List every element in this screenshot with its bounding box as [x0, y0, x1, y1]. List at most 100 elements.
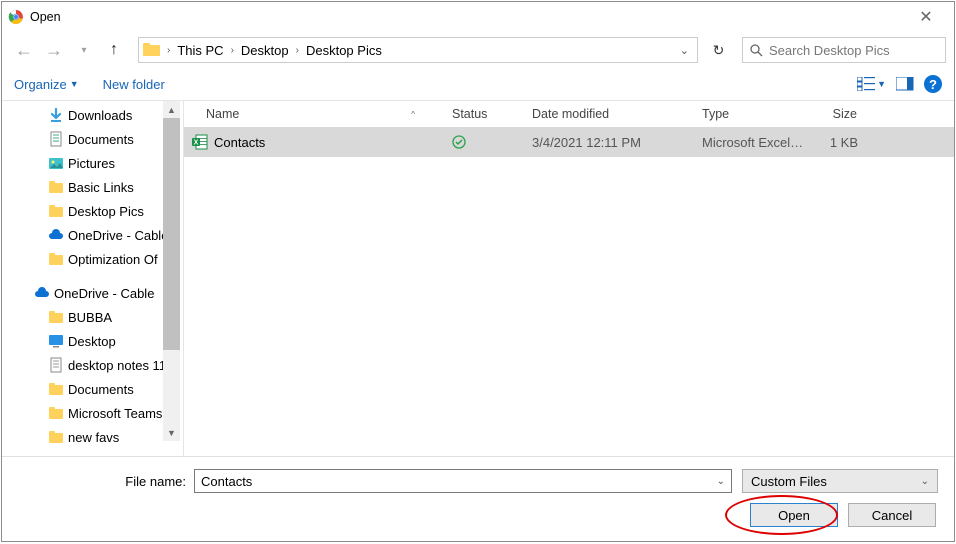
- tree-item[interactable]: Desktop Pics: [2, 199, 180, 223]
- file-row[interactable]: X Contacts 3/4/2021 12:11 PM Microsoft E…: [184, 127, 954, 157]
- content-area: Downloads📌Documents📌Pictures📌 Basic Links…: [2, 100, 954, 456]
- column-headers: Name ^ Status Date modified Type Size: [184, 101, 954, 127]
- open-button[interactable]: Open: [750, 503, 838, 527]
- breadcrumb-chevron-icon[interactable]: ›: [228, 45, 237, 56]
- breadcrumb-this-pc[interactable]: This PC: [173, 38, 227, 62]
- excel-icon: X: [192, 134, 208, 150]
- tree-item-label: Desktop Pics: [68, 204, 144, 219]
- file-date-cell: 3/4/2021 12:11 PM: [524, 135, 694, 150]
- tree-item-label: new favs: [68, 430, 119, 445]
- doc2-icon: [48, 357, 66, 373]
- chevron-down-icon[interactable]: ⌄: [717, 476, 725, 487]
- open-dialog: Open ✕ ← → ▾ ↑ › This PC › Desktop › Des…: [1, 1, 955, 542]
- folder-icon: [48, 251, 66, 267]
- column-name[interactable]: Name ^: [184, 107, 444, 121]
- tree-item[interactable]: Pictures📌: [2, 151, 180, 175]
- tree-item[interactable]: Optimization Of: [2, 247, 180, 271]
- tree-item[interactable]: Documents: [2, 377, 180, 401]
- window-title: Open: [30, 10, 904, 24]
- tree-item[interactable]: desktop notes 11: [2, 353, 180, 377]
- tree-item-label: Pictures: [68, 156, 115, 171]
- file-status-cell: [444, 135, 524, 149]
- chevron-down-icon: ⌄: [921, 476, 929, 487]
- file-type-cell: Microsoft Excel C...: [694, 135, 814, 150]
- file-size-cell: 1 KB: [814, 135, 866, 150]
- chrome-icon: [8, 9, 24, 25]
- up-button[interactable]: ↑: [100, 38, 128, 62]
- view-menu[interactable]: ▼: [857, 77, 886, 91]
- tree-item-label: OneDrive - Cable: [54, 286, 154, 301]
- tree-item-label: desktop notes 11: [68, 358, 166, 373]
- tree-item[interactable]: new favs: [2, 425, 180, 449]
- tree-item-label: Microsoft Teams: [68, 406, 162, 421]
- search-input[interactable]: Search Desktop Pics: [742, 37, 946, 63]
- tree-item-label: Documents: [68, 382, 134, 397]
- column-size[interactable]: Size: [814, 107, 866, 121]
- filename-input[interactable]: Contacts ⌄: [194, 469, 732, 493]
- sort-indicator-icon: ^: [411, 110, 415, 119]
- navigation-tree[interactable]: Downloads📌Documents📌Pictures📌 Basic Links…: [2, 101, 180, 456]
- scroll-up-icon[interactable]: ▲: [163, 101, 180, 118]
- tree-item-label: Downloads: [68, 108, 132, 123]
- navigation-bar: ← → ▾ ↑ › This PC › Desktop › Desktop Pi…: [2, 32, 954, 68]
- download-icon: [48, 107, 66, 123]
- tree-item[interactable]: OneDrive - Cable: [2, 281, 180, 305]
- folder-icon: [48, 203, 66, 219]
- folder-icon: [48, 381, 66, 397]
- folder-icon: [48, 309, 66, 325]
- tree-item[interactable]: OneDrive - Cable: [2, 223, 180, 247]
- tree-item-label: Basic Links: [68, 180, 134, 195]
- folder-icon: [48, 179, 66, 195]
- tree-item[interactable]: BUBBA: [2, 305, 180, 329]
- cloud-icon: [48, 227, 66, 243]
- pictures-icon: [48, 155, 66, 171]
- cloud-icon: [34, 285, 52, 301]
- tree-item[interactable]: Basic Links: [2, 175, 180, 199]
- tree-item-label: Optimization Of: [68, 252, 158, 267]
- cancel-button[interactable]: Cancel: [848, 503, 936, 527]
- column-status[interactable]: Status: [444, 107, 524, 121]
- refresh-button[interactable]: ↻: [704, 37, 734, 63]
- close-button[interactable]: ✕: [904, 7, 948, 27]
- scroll-down-icon[interactable]: ▼: [163, 424, 180, 441]
- tree-item[interactable]: Microsoft Teams: [2, 401, 180, 425]
- address-dropdown[interactable]: ⌄: [672, 44, 697, 57]
- titlebar: Open ✕: [2, 2, 954, 32]
- search-icon: [749, 43, 763, 57]
- filename-label: File name:: [18, 474, 194, 489]
- tree-item[interactable]: Documents📌: [2, 127, 180, 151]
- folder-icon: [48, 429, 66, 445]
- new-folder-button[interactable]: New folder: [103, 77, 165, 92]
- forward-button: →: [40, 38, 68, 62]
- tree-item[interactable]: Downloads📌: [2, 103, 180, 127]
- toolbar: Organize ▼ New folder ▼ ?: [2, 68, 954, 100]
- file-list: Name ^ Status Date modified Type Size X …: [183, 101, 954, 456]
- folder-badge-icon: [143, 43, 161, 57]
- column-type[interactable]: Type: [694, 107, 814, 121]
- chevron-down-icon: ▼: [70, 79, 79, 89]
- back-button[interactable]: ←: [10, 38, 38, 62]
- scroll-thumb[interactable]: [163, 118, 180, 350]
- doc-icon: [48, 131, 66, 147]
- column-date-modified[interactable]: Date modified: [524, 107, 694, 121]
- svg-text:X: X: [194, 140, 199, 147]
- file-name-cell: X Contacts: [184, 134, 444, 150]
- breadcrumb-chevron-icon[interactable]: ›: [293, 45, 302, 56]
- folder-icon: [48, 405, 66, 421]
- footer: File name: Contacts ⌄ Custom Files ⌄ Ope…: [2, 456, 954, 541]
- tree-scrollbar[interactable]: ▲ ▼: [163, 101, 180, 441]
- chevron-down-icon: ▼: [877, 79, 886, 89]
- tree-item-label: Documents: [68, 132, 134, 147]
- help-button[interactable]: ?: [924, 75, 942, 93]
- tree-item-label: Desktop: [68, 334, 116, 349]
- breadcrumb-desktop[interactable]: Desktop: [237, 38, 293, 62]
- address-bar[interactable]: › This PC › Desktop › Desktop Pics ⌄: [138, 37, 698, 63]
- recent-dropdown[interactable]: ▾: [70, 38, 98, 62]
- breadcrumb-chevron-icon[interactable]: ›: [164, 45, 173, 56]
- preview-pane-button[interactable]: [896, 77, 914, 91]
- tree-item[interactable]: Desktop: [2, 329, 180, 353]
- file-type-filter[interactable]: Custom Files ⌄: [742, 469, 938, 493]
- organize-menu[interactable]: Organize ▼: [14, 77, 79, 92]
- desktop-icon: [48, 333, 66, 349]
- breadcrumb-desktop-pics[interactable]: Desktop Pics: [302, 38, 386, 62]
